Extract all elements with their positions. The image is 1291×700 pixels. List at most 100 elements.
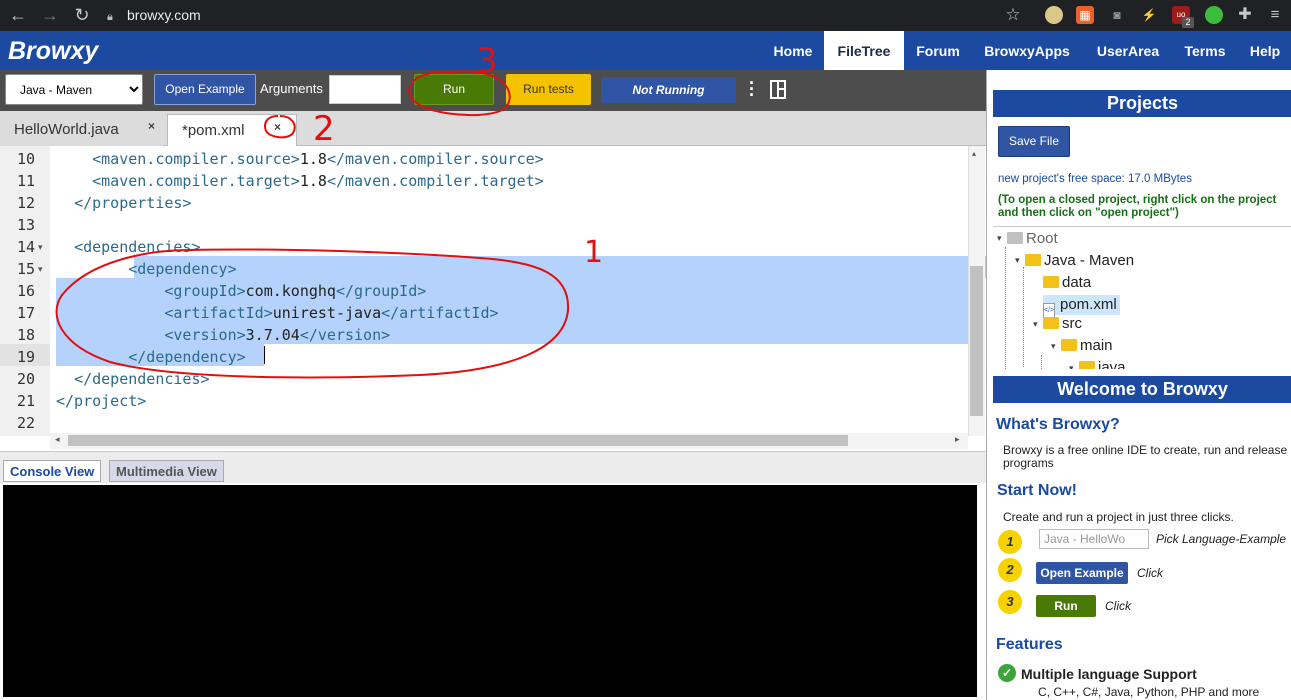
tree-item-root[interactable]: Root	[1007, 229, 1058, 249]
fold-icon[interactable]: ▾	[38, 264, 43, 275]
welcome-panel: Welcome to Browxy What's Browxy? Browxy …	[993, 376, 1291, 700]
example-open-button[interactable]: Open Example	[1036, 562, 1128, 584]
horizontal-scroll-thumb[interactable]	[68, 435, 848, 446]
collapse-icon[interactable]: ▾	[1069, 363, 1074, 369]
fold-icon[interactable]: ▾	[38, 242, 43, 253]
line-number: 18	[17, 326, 36, 344]
tree-item-java-maven[interactable]: Java - Maven	[1025, 251, 1134, 271]
nav-filetree[interactable]: FileTree	[824, 31, 904, 70]
open-example-button[interactable]: Open Example	[154, 74, 256, 105]
xml-tag: <maven.compiler.target>	[92, 172, 300, 190]
line-number: 20	[17, 370, 36, 388]
xml-tag: <artifactId>	[164, 304, 273, 322]
line-number: 12	[17, 194, 36, 212]
collapse-icon[interactable]: ▾	[997, 233, 1002, 244]
code-line: </dependency>	[56, 346, 245, 368]
more-options-icon[interactable]: · · ·	[749, 74, 755, 104]
console-output[interactable]	[3, 485, 977, 697]
scroll-up-icon[interactable]: ▴	[972, 149, 976, 158]
xml-tag: </project>	[56, 392, 147, 410]
code-line: <groupId>com.konghq</groupId>	[56, 280, 426, 302]
nav-home[interactable]: Home	[765, 31, 821, 70]
address-bar[interactable]: 🔒︎ browxy.com	[107, 3, 1037, 28]
run-tests-button[interactable]: Run tests	[506, 74, 591, 105]
tree-item-src[interactable]: src	[1043, 314, 1082, 334]
code-text: 3.7.04	[245, 326, 300, 344]
tree-item-pom-xml[interactable]: </> pom.xml	[1043, 295, 1120, 318]
xml-tag: <dependencies>	[74, 238, 201, 256]
code-line: </project>	[56, 390, 146, 412]
collapse-icon[interactable]: ▾	[1033, 319, 1038, 330]
grid-extension-icon[interactable]: ▦	[1076, 6, 1094, 24]
forward-icon[interactable]: →	[38, 3, 62, 27]
step-3-action: Click	[1105, 599, 1131, 613]
close-icon[interactable]: ×	[148, 110, 155, 142]
arguments-input[interactable]	[329, 75, 401, 104]
features-heading: Features	[996, 636, 1063, 653]
example-language-select[interactable]: Java - HelloWo	[1039, 529, 1149, 549]
save-file-button[interactable]: Save File	[998, 126, 1070, 157]
menu-icon[interactable]: ≡	[1263, 3, 1287, 27]
language-select[interactable]: Java - Maven	[5, 74, 143, 105]
xml-tag: </dependencies>	[74, 370, 210, 388]
line-number: 11	[17, 172, 36, 190]
arguments-label: Arguments	[260, 81, 323, 96]
tab-console-view[interactable]: Console View	[3, 460, 102, 482]
nav-forum[interactable]: Forum	[908, 31, 968, 70]
nav-help[interactable]: Help	[1240, 31, 1290, 70]
tree-item-java[interactable]: java	[1079, 358, 1126, 369]
line-number: 13	[17, 216, 36, 234]
example-run-button[interactable]: Run	[1036, 595, 1096, 617]
tree-item-data[interactable]: data	[1043, 273, 1091, 293]
collapse-icon[interactable]: ▾	[1015, 255, 1020, 266]
vertical-scroll-thumb[interactable]	[970, 266, 983, 416]
back-icon[interactable]: ←	[6, 3, 30, 27]
nav-terms[interactable]: Terms	[1175, 31, 1235, 70]
right-panel: Projects Save File new project's free sp…	[986, 70, 1291, 700]
folder-icon	[1061, 339, 1077, 351]
bolt-extension-icon[interactable]: ⚡	[1140, 6, 1158, 24]
run-status-badge: Not Running	[601, 77, 736, 103]
line-number: 10	[17, 150, 36, 168]
nav-browxyapps[interactable]: BrowxyApps	[976, 31, 1078, 70]
start-now-heading: Start Now!	[997, 482, 1077, 499]
step-2-action: Click	[1137, 566, 1163, 580]
tree-item-main[interactable]: main	[1061, 336, 1113, 356]
tab-multimedia-view[interactable]: Multimedia View	[109, 460, 224, 482]
step-3-badge: 3	[998, 590, 1022, 614]
line-number: 21	[17, 392, 36, 410]
open-project-hint: (To open a closed project, right click o…	[998, 194, 1277, 219]
line-number: 17	[17, 304, 36, 322]
project-tree[interactable]: ▾ Root ▾ Java - Maven data </> pom.xml ▾ …	[993, 226, 1291, 369]
code-line: </dependencies>	[56, 368, 210, 390]
scroll-left-icon[interactable]: ◂	[55, 434, 60, 445]
star-icon[interactable]: ☆	[1001, 3, 1025, 27]
code-editor[interactable]: 10 <maven.compiler.source>1.8</maven.com…	[0, 146, 1046, 451]
nav-userarea[interactable]: UserArea	[1088, 31, 1168, 70]
scroll-right-icon[interactable]: ▸	[955, 434, 960, 445]
layout-icon[interactable]	[770, 80, 786, 99]
tab-helloworld[interactable]: HelloWorld.java ×	[0, 114, 163, 146]
code-text: com.konghq	[245, 282, 336, 300]
code-line: </properties>	[56, 192, 191, 214]
browxy-logo[interactable]: Browxy	[8, 37, 98, 66]
camera-extension-icon[interactable]: ◙	[1108, 6, 1126, 24]
tab-pom-xml[interactable]: *pom.xml ×	[167, 114, 297, 147]
green-extension-icon[interactable]	[1205, 6, 1223, 24]
reload-icon[interactable]: ↻	[70, 3, 94, 27]
code-text: unirest-java	[272, 304, 382, 322]
shield-extension-icon[interactable]	[1045, 6, 1063, 24]
extension-icon[interactable]: ✚	[1233, 3, 1257, 27]
close-icon[interactable]: ×	[274, 111, 281, 143]
xml-tag: </maven.compiler.target>	[326, 172, 544, 190]
collapse-icon[interactable]: ▾	[1051, 341, 1056, 352]
run-button[interactable]: Run	[414, 74, 494, 105]
feature-text: C, C++, C#, Java, Python, PHP and more	[1038, 685, 1260, 699]
folder-icon	[1079, 361, 1095, 369]
